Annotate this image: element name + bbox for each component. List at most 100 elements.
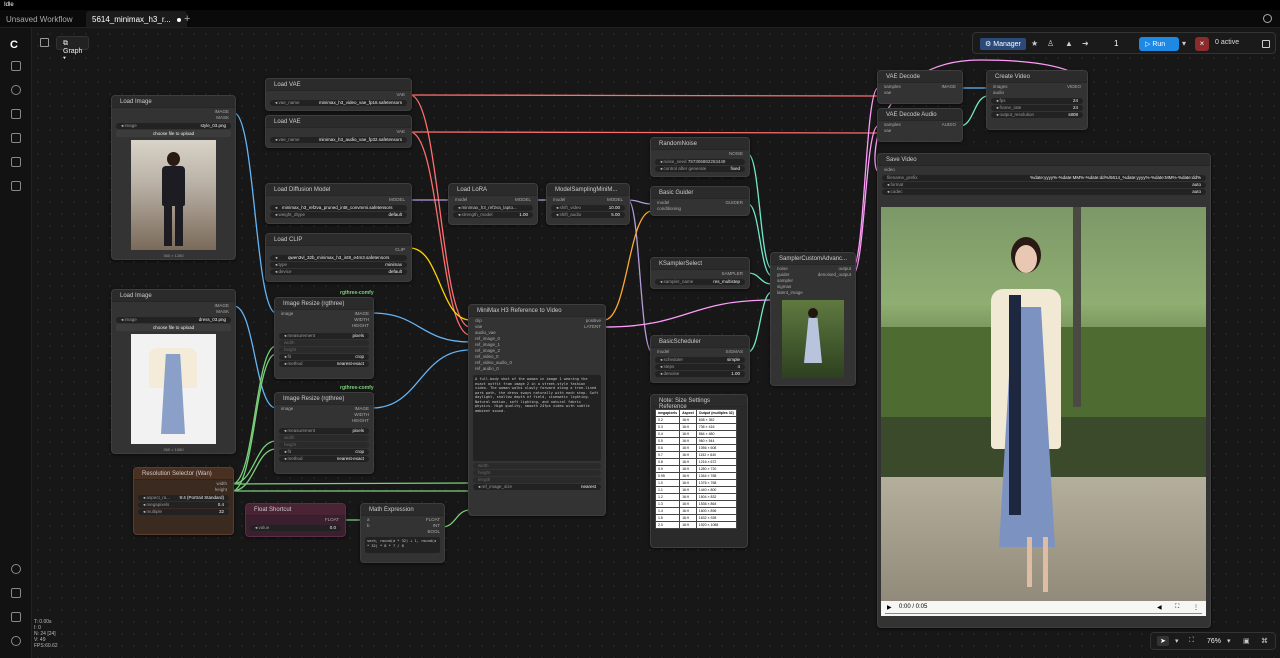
upload-button[interactable]: choose file to upload <box>116 324 231 331</box>
measurement-widget[interactable]: ◂ measurement pixels <box>279 333 369 339</box>
fit-widget[interactable]: ◂ fit crop <box>279 449 369 455</box>
input-model[interactable]: model <box>553 197 565 202</box>
denoise-widget[interactable]: ◂ denoise 1.00 <box>655 371 745 377</box>
output-audio[interactable]: AUDIO <box>942 122 956 128</box>
input-video[interactable]: video <box>878 166 1210 174</box>
megapixels-widget[interactable]: ◂ megapixels 0.4 <box>138 502 229 508</box>
output-vae[interactable]: VAE <box>266 91 411 99</box>
share-icon[interactable]: ➜ <box>1082 40 1090 48</box>
side-panel-icon[interactable] <box>1262 40 1270 48</box>
input-image[interactable]: image <box>281 311 293 316</box>
method-widget[interactable]: ◂ method nearest-exact <box>279 456 369 462</box>
node-image-resize-2[interactable]: Image Resize (rgthree) image IMAGE WIDTH HE… <box>274 392 374 474</box>
node-load-diffusion-model[interactable]: Load Diffusion Model MODEL ◂ minimax_h3_… <box>265 183 412 224</box>
width-widget[interactable]: width <box>279 435 369 441</box>
input-ref-audio-0[interactable]: ref_audio_0 <box>475 366 599 372</box>
input-vae[interactable]: vae <box>884 128 956 134</box>
node-basic-guider[interactable]: Basic Guider model conditioning GUIDER <box>650 186 750 216</box>
video-progress-bar[interactable] <box>885 613 1202 614</box>
sampler-name-widget[interactable]: ◂ sampler_name res_multistep <box>655 279 745 285</box>
output-model[interactable]: MODEL <box>515 197 531 203</box>
vae-name-widget[interactable]: ◂ vae_name minimax_h3_video_vae_fp16.safe… <box>270 100 407 106</box>
run-button[interactable]: ▷ Run <box>1139 37 1179 51</box>
frame-rate-widget[interactable]: ◂ frame_rate 24 <box>991 105 1083 111</box>
output-resolution-widget[interactable]: ◂ output_resolution s808 <box>991 112 1083 118</box>
fullscreen-icon[interactable]: ⛶ <box>1175 604 1179 611</box>
node-load-vae-1[interactable]: Load VAE VAE ◂ vae_name minimax_h3_video_… <box>265 78 412 111</box>
output-float[interactable]: FLOAT <box>246 516 345 524</box>
select-mode-icon[interactable]: ➤ <box>1157 636 1169 646</box>
node-image-resize-1[interactable]: Image Resize (rgthree) image IMAGE WIDTH HE… <box>274 297 374 379</box>
clip-name-widget[interactable]: ◂ qwen3vl_32b_minimax_h3_int8_e4m3.safet… <box>270 255 407 261</box>
input-image[interactable]: image <box>281 406 293 411</box>
length-widget[interactable]: length <box>473 477 601 483</box>
upload-button[interactable]: choose file to upload <box>116 130 231 137</box>
steps-widget[interactable]: ◂ steps 4 <box>655 364 745 370</box>
width-widget[interactable]: width <box>279 340 369 346</box>
node-load-clip[interactable]: Load CLIP CLIP ◂ qwen3vl_32b_minimax_h3_… <box>265 233 412 282</box>
output-noise[interactable]: NOISE <box>651 150 749 158</box>
output-image[interactable]: IMAGE <box>941 84 956 90</box>
output-clip[interactable]: CLIP <box>266 246 411 254</box>
node-load-image-1[interactable]: Load Image IMAGE MASK ◂ image style_03.png… <box>111 95 236 260</box>
graph-mode-button[interactable]: ⧉ Graph ▾ <box>56 36 90 62</box>
height-widget[interactable]: height <box>279 442 369 448</box>
shift-audio-widget[interactable]: ◂ shift_audio 5.00 <box>551 212 625 218</box>
node-sampler-custom-advanced[interactable]: SamplerCustomAdvanc... noise guider samp… <box>770 252 856 386</box>
method-widget[interactable]: ◂ method nearest-exact <box>279 361 369 367</box>
output-height[interactable]: HEIGHT <box>352 323 369 329</box>
node-create-video[interactable]: Create Video images audio VIDEO ◂ fps 24 ◂ … <box>986 70 1088 130</box>
node-vae-decode[interactable]: VAE Decode samples vae IMAGE <box>877 70 963 104</box>
output-denoised[interactable]: denoised_output <box>818 272 851 278</box>
minimap-icon[interactable]: ▣ <box>1243 637 1250 645</box>
weight-dtype-widget[interactable]: ◂ weight_dtype default <box>270 212 407 218</box>
image-select-widget[interactable]: ◂ image style_03.png <box>116 123 231 129</box>
node-load-image-2[interactable]: Load Image IMAGE MASK ◂ image dress_03.png… <box>111 289 236 454</box>
zoom-level[interactable]: 76% <box>1207 638 1221 645</box>
clip-type-widget[interactable]: ◂ type minimax <box>270 262 407 268</box>
fit-view-icon[interactable]: ⛶ <box>1189 637 1194 645</box>
fps-widget[interactable]: ◂ fps 24 <box>991 98 1083 104</box>
output-height[interactable]: height <box>140 487 227 493</box>
mode-chevron-icon[interactable]: ▾ <box>1175 637 1179 645</box>
node-minimax-reference-to-video[interactable]: MiniMax H3 Reference to Video clip vae a… <box>468 304 606 516</box>
output-mask[interactable]: MASK <box>118 115 229 121</box>
node-ksampler-select[interactable]: KSamplerSelect SAMPLER ◂ sampler_name res… <box>650 257 750 289</box>
output-height[interactable]: HEIGHT <box>352 418 369 424</box>
aspect-ratio-widget[interactable]: ◂ aspect_ra... 9:4 (Portrait Standard) <box>138 495 229 501</box>
cancel-run-button[interactable]: × <box>1195 37 1209 51</box>
link-visibility-icon[interactable]: ⌘ <box>1261 637 1268 645</box>
node-resolution-selector[interactable]: Resolution Selector (Wan) width height ◂ … <box>133 467 234 535</box>
unet-name-widget[interactable]: ◂ minimax_h3_ref2va_pruned_int8_convmmi.… <box>270 205 407 211</box>
height-widget[interactable]: height <box>279 347 369 353</box>
output-vae[interactable]: VAE <box>266 128 411 136</box>
lora-name-widget[interactable]: ◂ minimax_h3_ref2va_lapto... <box>453 205 533 211</box>
puzzle-icon[interactable]: ♙ <box>1047 40 1055 48</box>
node-load-vae-2[interactable]: Load VAE VAE ◂ vae_name minimax_h3_audio_… <box>265 115 412 148</box>
vae-name-widget[interactable]: ◂ vae_name minimax_h3_audio_vae_fp32.safe… <box>270 137 407 143</box>
measurement-widget[interactable]: ◂ measurement pixels <box>279 428 369 434</box>
node-size-settings-reference[interactable]: Note: Size Settings Reference megapixels… <box>650 394 748 548</box>
input-model[interactable]: model <box>455 197 467 202</box>
filename-prefix-widget[interactable]: filename_prefix %date:yyyy%-%date:MM%-%da… <box>882 175 1206 181</box>
width-widget[interactable]: width <box>473 463 601 469</box>
play-icon[interactable]: ▶ <box>887 604 892 611</box>
fit-widget[interactable]: ◂ fit crop <box>279 354 369 360</box>
input-latent-image[interactable]: latent_image <box>777 290 849 296</box>
noise-seed-widget[interactable]: ◂ noise_seed 757306882253449 <box>655 159 745 165</box>
node-basic-scheduler[interactable]: BasicScheduler model SIGMAS ◂ scheduler si… <box>650 335 750 383</box>
shift-video-widget[interactable]: ◂ shift_video 10.00 <box>551 205 625 211</box>
output-model[interactable]: MODEL <box>607 197 623 203</box>
scheduler-widget[interactable]: ◂ scheduler simple <box>655 357 745 363</box>
alert-icon[interactable]: ▲ <box>1065 40 1073 48</box>
video-preview[interactable] <box>881 207 1206 616</box>
active-count[interactable]: 0 active <box>1215 39 1239 46</box>
clip-device-widget[interactable]: ◂ device default <box>270 269 407 275</box>
volume-icon[interactable]: ◀ <box>1157 604 1162 611</box>
queue-count-input[interactable]: 1 <box>1114 39 1118 48</box>
output-latent[interactable]: LATENT <box>584 324 601 330</box>
node-math-expression[interactable]: Math Expression a b FLOAT INT BOOL sech, rou… <box>360 503 445 563</box>
output-bool[interactable]: BOOL <box>426 529 440 535</box>
zoom-chevron-icon[interactable]: ▾ <box>1227 637 1231 645</box>
height-widget[interactable]: height <box>473 470 601 476</box>
